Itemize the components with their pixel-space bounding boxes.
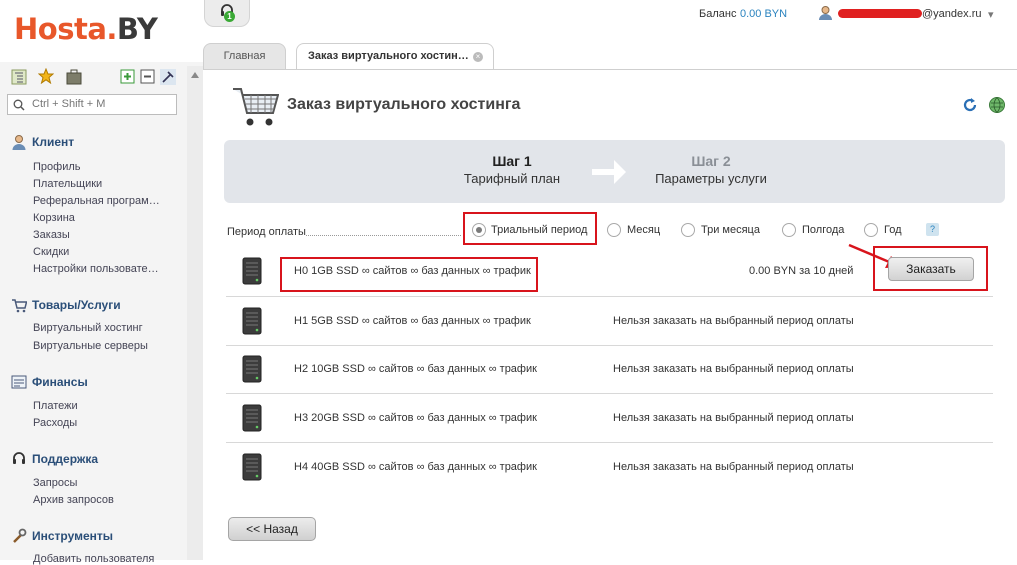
- plan-name: H0 1GB SSD ∞ сайтов ∞ баз данных ∞ трафи…: [294, 265, 531, 277]
- row-divider: [226, 345, 993, 346]
- sidebar-item-user-settings[interactable]: Настройки пользовате…: [33, 263, 159, 275]
- step-2-subtitle: Параметры услуги: [655, 171, 767, 186]
- cart-icon: [12, 299, 27, 313]
- step-1-title: Шаг 1: [492, 153, 532, 169]
- star-icon[interactable]: [38, 68, 54, 84]
- sidebar-item-virtual-hosting[interactable]: Виртуальный хостинг: [33, 322, 143, 334]
- sidebar-item-referral[interactable]: Реферальная програм…: [33, 195, 160, 207]
- radio-trial[interactable]: [472, 223, 486, 237]
- tree-view-icon[interactable]: [11, 69, 27, 85]
- sidebar-section-finance[interactable]: Финансы: [32, 375, 88, 389]
- sidebar-item-expenses[interactable]: Расходы: [33, 417, 77, 429]
- radio-label-year[interactable]: Год: [884, 224, 902, 236]
- chevron-down-icon[interactable]: ▾: [988, 8, 994, 21]
- page-title: Заказ виртуального хостинга: [287, 96, 521, 113]
- pin-icon[interactable]: [160, 69, 176, 85]
- server-icon: [242, 404, 262, 432]
- plan-name: H2 10GB SSD ∞ сайтов ∞ баз данных ∞ траф…: [294, 363, 537, 375]
- plan-name: H3 20GB SSD ∞ сайтов ∞ баз данных ∞ траф…: [294, 412, 537, 424]
- notification-badge: 1: [224, 11, 235, 22]
- plan-status: Нельзя заказать на выбранный период опла…: [613, 461, 854, 473]
- step-2-title: Шаг 2: [691, 153, 731, 169]
- server-icon: [242, 307, 262, 335]
- radio-label-half-year[interactable]: Полгода: [802, 224, 844, 236]
- globe-icon[interactable]: [988, 96, 1006, 114]
- finance-icon: [11, 375, 27, 389]
- order-button[interactable]: Заказать: [888, 257, 974, 281]
- search-input[interactable]: [30, 97, 174, 111]
- radio-month[interactable]: [607, 223, 621, 237]
- sidebar-item-payments[interactable]: Платежи: [33, 400, 78, 412]
- plan-price: 0.00 BYN за 10 дней: [749, 265, 854, 277]
- server-icon: [242, 453, 262, 481]
- headset-icon: [13, 452, 25, 464]
- radio-half-year[interactable]: [782, 223, 796, 237]
- back-button[interactable]: << Назад: [228, 517, 316, 541]
- logo[interactable]: Hosta.BY: [14, 12, 158, 46]
- plan-name: H4 40GB SSD ∞ сайтов ∞ баз данных ∞ траф…: [294, 461, 537, 473]
- sidebar-section-tools[interactable]: Инструменты: [32, 529, 113, 543]
- tab-hosting-order[interactable]: Заказ виртуального хостин…: [296, 43, 494, 70]
- plan-status: Нельзя заказать на выбранный период опла…: [613, 315, 854, 327]
- sidebar-section-client[interactable]: Клиент: [32, 135, 74, 149]
- user-avatar-icon: [819, 6, 832, 20]
- sidebar-section-support[interactable]: Поддержка: [32, 452, 98, 466]
- sidebar-item-payers[interactable]: Плательщики: [33, 178, 102, 190]
- tab-divider: [203, 69, 1017, 70]
- sidebar-scrollbar[interactable]: [187, 66, 203, 560]
- user-icon: [12, 135, 26, 150]
- step-1-subtitle: Тарифный план: [463, 171, 561, 186]
- user-email[interactable]: @yandex.ru: [922, 8, 981, 20]
- radio-label-trial[interactable]: Триальный период: [491, 224, 587, 236]
- row-divider: [226, 442, 993, 443]
- dotted-leader: [306, 235, 461, 236]
- plan-name: H1 5GB SSD ∞ сайтов ∞ баз данных ∞ трафи…: [294, 315, 531, 327]
- radio-label-month[interactable]: Месяц: [627, 224, 660, 236]
- balance-label: Баланс: [699, 8, 737, 20]
- balance-value[interactable]: 0.00 BYN: [740, 8, 787, 20]
- radio-three-months[interactable]: [681, 223, 695, 237]
- sidebar-item-requests[interactable]: Запросы: [33, 477, 77, 489]
- user-email-redacted[interactable]: [838, 9, 922, 18]
- shopping-cart-icon: [233, 88, 279, 126]
- scroll-up-icon[interactable]: [191, 72, 199, 78]
- refresh-icon[interactable]: [962, 97, 978, 113]
- help-icon[interactable]: ?: [926, 223, 939, 236]
- row-divider: [226, 393, 993, 394]
- close-icon[interactable]: ×: [473, 52, 483, 62]
- sidebar-item-virtual-servers[interactable]: Виртуальные серверы: [33, 340, 148, 352]
- sidebar-item-add-user[interactable]: Добавить пользователя: [33, 553, 154, 565]
- collapse-all-icon[interactable]: [140, 69, 156, 85]
- sidebar-item-discounts[interactable]: Скидки: [33, 246, 69, 258]
- search-box[interactable]: [7, 94, 177, 115]
- sidebar-item-requests-archive[interactable]: Архив запросов: [33, 494, 114, 506]
- period-label: Период оплаты: [227, 226, 306, 238]
- sidebar-item-cart[interactable]: Корзина: [33, 212, 75, 224]
- server-icon: [242, 257, 262, 285]
- tab-main[interactable]: Главная: [203, 43, 286, 69]
- sidebar-section-products[interactable]: Товары/Услуги: [32, 298, 121, 312]
- tools-icon: [13, 528, 27, 543]
- arrow-right-icon: [592, 160, 626, 184]
- plan-status: Нельзя заказать на выбранный период опла…: [613, 363, 854, 375]
- plan-status: Нельзя заказать на выбранный период опла…: [613, 412, 854, 424]
- radio-label-three-months[interactable]: Три месяца: [701, 224, 760, 236]
- radio-year[interactable]: [864, 223, 878, 237]
- search-icon: [13, 99, 25, 111]
- server-icon: [242, 355, 262, 383]
- sidebar-item-profile[interactable]: Профиль: [33, 161, 81, 173]
- sidebar-item-orders[interactable]: Заказы: [33, 229, 70, 241]
- briefcase-icon[interactable]: [66, 69, 82, 85]
- row-divider: [226, 296, 993, 297]
- expand-all-icon[interactable]: [120, 69, 136, 85]
